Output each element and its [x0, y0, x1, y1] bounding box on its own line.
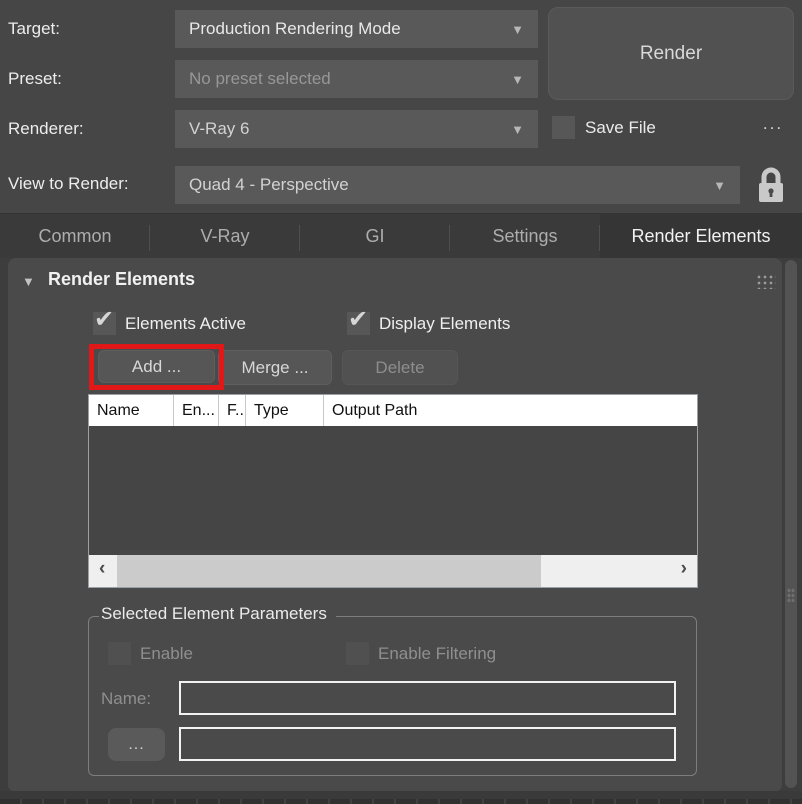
renderer-dropdown[interactable]: V-Ray 6 ▼: [175, 110, 538, 148]
output-path-browse-button[interactable]: ...: [108, 728, 165, 761]
save-file-browse-button[interactable]: ...: [756, 114, 790, 140]
output-path-input[interactable]: [179, 727, 676, 761]
tab-gi[interactable]: GI: [300, 214, 450, 259]
rollout-header[interactable]: ▼ Render Elements: [8, 266, 782, 296]
table-header-row: Name En... F.. Type Output Path: [89, 395, 697, 426]
view-to-render-label: View to Render:: [8, 174, 129, 194]
tab-common[interactable]: Common: [0, 214, 150, 259]
elements-active-label: Elements Active: [125, 314, 246, 334]
horizontal-scrollbar[interactable]: ‹ ›: [89, 555, 697, 587]
display-elements-checkbox[interactable]: ✔ Display Elements: [347, 312, 510, 335]
element-name-input[interactable]: [179, 681, 676, 715]
vertical-scrollbar[interactable]: [785, 260, 797, 788]
check-icon: ✔: [94, 305, 114, 334]
scroll-right-icon[interactable]: ›: [681, 558, 687, 580]
tab-vray[interactable]: V-Ray: [150, 214, 300, 259]
render-elements-rollout: ▼ Render Elements ✔ Elements Active ✔ Di…: [8, 258, 782, 791]
render-button[interactable]: Render: [548, 7, 794, 100]
bottom-ticks-decoration: [0, 799, 802, 804]
checkbox-unchecked-icon[interactable]: [346, 642, 369, 665]
bottom-panel-edge: [0, 791, 802, 804]
viewport-lock-button[interactable]: [752, 165, 790, 204]
lock-icon: [755, 167, 787, 203]
chevron-down-icon: ▼: [713, 178, 726, 193]
target-dropdown[interactable]: Production Rendering Mode ▼: [175, 10, 538, 48]
checkbox-checked-icon[interactable]: ✔: [93, 312, 116, 335]
checkbox-unchecked-icon[interactable]: [552, 116, 575, 139]
target-value: Production Rendering Mode: [189, 19, 503, 39]
scrollbar-grip-icon: [787, 588, 795, 602]
chevron-down-icon: ▼: [511, 122, 524, 137]
rollout-title: Render Elements: [48, 269, 195, 290]
view-to-render-value: Quad 4 - Perspective: [189, 175, 705, 195]
preset-label: Preset:: [8, 69, 62, 89]
scroll-left-icon[interactable]: ‹: [99, 558, 105, 580]
chevron-down-icon: ▼: [511, 22, 524, 37]
column-header-filter[interactable]: F..: [219, 395, 246, 426]
renderer-value: V-Ray 6: [189, 119, 503, 139]
render-setup-dialog: Target: Preset: Renderer: View to Render…: [0, 0, 802, 804]
preset-value: No preset selected: [189, 69, 503, 89]
group-legend: Selected Element Parameters: [99, 604, 336, 624]
display-elements-label: Display Elements: [379, 314, 510, 334]
tab-render-elements[interactable]: Render Elements: [600, 214, 802, 259]
enable-filtering-label: Enable Filtering: [378, 644, 496, 664]
enable-filtering-checkbox[interactable]: Enable Filtering: [346, 642, 496, 665]
check-icon: ✔: [348, 305, 368, 334]
column-header-output-path[interactable]: Output Path: [324, 395, 697, 426]
delete-button[interactable]: Delete: [342, 350, 458, 385]
render-button-label: Render: [640, 43, 702, 65]
enable-label: Enable: [140, 644, 193, 664]
save-file-checkbox[interactable]: Save File: [552, 116, 656, 139]
red-highlight-annotation: [89, 344, 224, 390]
save-file-label: Save File: [585, 118, 656, 138]
table-body-empty[interactable]: [89, 426, 697, 555]
column-header-enabled[interactable]: En...: [174, 395, 219, 426]
column-header-type[interactable]: Type: [246, 395, 324, 426]
merge-button[interactable]: Merge ...: [218, 350, 332, 385]
column-header-name[interactable]: Name: [89, 395, 174, 426]
element-name-label: Name:: [101, 689, 151, 709]
elements-active-checkbox[interactable]: ✔ Elements Active: [93, 312, 246, 335]
render-elements-table[interactable]: Name En... F.. Type Output Path ‹ ›: [88, 394, 698, 588]
triangle-down-icon: ▼: [22, 274, 35, 289]
view-to-render-dropdown[interactable]: Quad 4 - Perspective ▼: [175, 166, 740, 204]
target-label: Target:: [8, 19, 60, 39]
chevron-down-icon: ▼: [511, 72, 524, 87]
preset-dropdown[interactable]: No preset selected ▼: [175, 60, 538, 98]
renderer-label: Renderer:: [8, 119, 84, 139]
drag-handle-grid-icon[interactable]: [756, 274, 776, 289]
checkbox-unchecked-icon[interactable]: [108, 642, 131, 665]
tab-settings[interactable]: Settings: [450, 214, 600, 259]
checkbox-checked-icon[interactable]: ✔: [347, 312, 370, 335]
scrollbar-thumb[interactable]: [117, 555, 541, 587]
render-setup-tabbar: Common V-Ray GI Settings Render Elements: [0, 213, 802, 259]
enable-checkbox[interactable]: Enable: [108, 642, 193, 665]
selected-element-parameters-group: Selected Element Parameters Enable Enabl…: [88, 616, 697, 776]
